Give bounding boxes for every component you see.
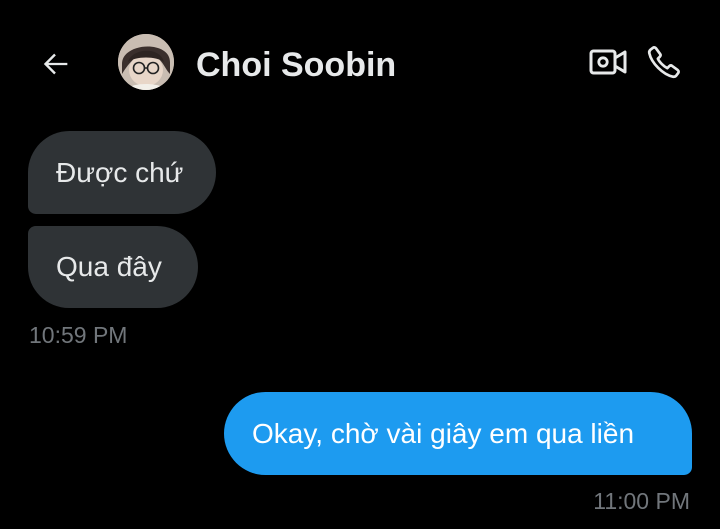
avatar[interactable] xyxy=(118,34,174,90)
video-call-button[interactable] xyxy=(586,42,630,82)
message-text: Qua đây xyxy=(56,251,162,282)
phone-icon xyxy=(647,46,680,79)
video-camera-icon xyxy=(589,49,627,75)
message-timestamp: 11:00 PM xyxy=(593,488,690,514)
message-bubble-received[interactable]: Được chứ xyxy=(28,131,216,214)
voice-call-button[interactable] xyxy=(642,40,686,84)
conversation-header: Choi Soobin xyxy=(0,0,720,125)
message-bubble-received[interactable]: Qua đây xyxy=(28,226,198,308)
message-timestamp: 10:59 PM xyxy=(29,322,128,348)
profile-photo xyxy=(118,34,174,90)
contact-name[interactable]: Choi Soobin xyxy=(196,44,396,86)
message-bubble-sent[interactable]: Okay, chờ vài giây em qua liền xyxy=(224,392,692,475)
message-text: Được chứ xyxy=(56,156,184,188)
arrow-left-icon xyxy=(43,53,68,75)
message-text: Okay, chờ vài giây em qua liền xyxy=(252,417,635,449)
back-button[interactable] xyxy=(36,44,76,84)
